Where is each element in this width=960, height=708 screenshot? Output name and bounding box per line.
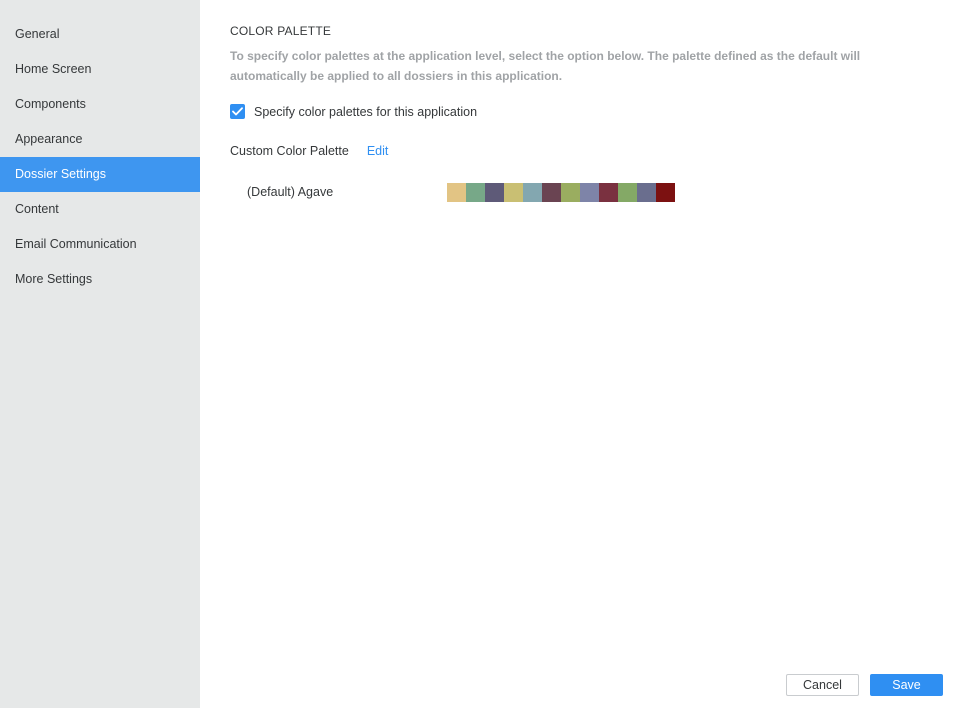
- main-content: COLOR PALETTE To specify color palettes …: [230, 0, 940, 708]
- section-description: To specify color palettes at the applica…: [230, 49, 861, 83]
- color-swatch: [599, 182, 618, 202]
- sidebar-item-components[interactable]: Components: [0, 87, 200, 122]
- palette-row[interactable]: (Default) Agave: [247, 182, 675, 202]
- color-swatch: [447, 182, 466, 202]
- edit-palette-link[interactable]: Edit: [367, 144, 389, 158]
- color-swatch: [618, 182, 637, 202]
- save-button[interactable]: Save: [870, 674, 943, 696]
- palette-name: (Default) Agave: [247, 185, 334, 199]
- sidebar: General Home Screen Components Appearanc…: [0, 0, 200, 708]
- specify-palettes-checkbox[interactable]: [230, 104, 245, 119]
- sidebar-item-dossier-settings[interactable]: Dossier Settings: [0, 157, 200, 192]
- color-swatch: [656, 182, 675, 202]
- cancel-button[interactable]: Cancel: [786, 674, 859, 696]
- section-title: COLOR PALETTE: [230, 24, 332, 38]
- color-swatch: [580, 182, 599, 202]
- color-swatch: [466, 182, 485, 202]
- color-swatch: [523, 182, 542, 202]
- checkmark-icon: [232, 107, 243, 116]
- color-swatch: [542, 182, 561, 202]
- sidebar-item-general[interactable]: General: [0, 17, 200, 52]
- sidebar-nav: General Home Screen Components Appearanc…: [0, 0, 200, 297]
- sidebar-item-appearance[interactable]: Appearance: [0, 122, 200, 157]
- specify-palettes-label: Specify color palettes for this applicat…: [254, 104, 478, 119]
- custom-palette-label: Custom Color Palette: [230, 144, 349, 158]
- color-swatch: [637, 182, 656, 202]
- sidebar-item-more-settings[interactable]: More Settings: [0, 262, 200, 297]
- palette-swatches: [447, 182, 675, 202]
- color-swatch: [561, 182, 580, 202]
- specify-palettes-option: Specify color palettes for this applicat…: [230, 104, 477, 119]
- sidebar-item-email-communication[interactable]: Email Communication: [0, 227, 200, 262]
- sidebar-item-content[interactable]: Content: [0, 192, 200, 227]
- color-swatch: [485, 182, 504, 202]
- color-swatch: [504, 182, 523, 202]
- custom-palette-header: Custom Color Palette Edit: [230, 144, 388, 158]
- sidebar-item-home-screen[interactable]: Home Screen: [0, 52, 200, 87]
